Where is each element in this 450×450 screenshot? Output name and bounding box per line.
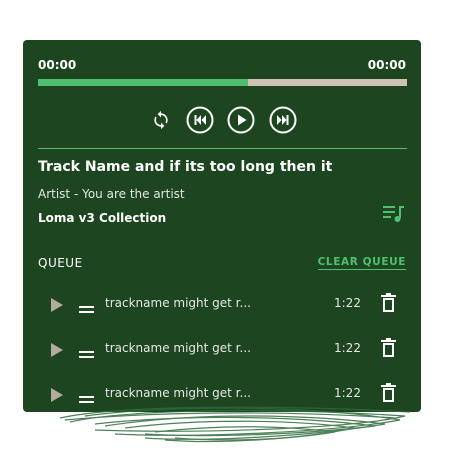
previous-button[interactable]	[186, 106, 214, 134]
queue-delete-button[interactable]	[381, 293, 396, 313]
play-icon	[227, 106, 255, 134]
divider	[38, 148, 407, 149]
drag-handle[interactable]	[79, 300, 94, 313]
track-collection: Loma v3 Collection	[38, 211, 167, 225]
clear-queue-button[interactable]: CLEAR QUEUE	[317, 256, 406, 270]
playback-controls	[23, 106, 421, 134]
playlist-music-icon	[383, 206, 404, 222]
music-player-panel: 00:00 00:00 Track Name and if its too lo…	[23, 40, 421, 412]
track-artist: Artist - You are the artist	[38, 187, 185, 201]
playlist-button[interactable]	[383, 204, 405, 224]
skip-previous-icon	[186, 106, 214, 134]
repeat-button[interactable]	[147, 106, 175, 134]
queue-track-duration: 1:22	[334, 296, 361, 310]
play-icon	[51, 343, 63, 357]
time-total: 00:00	[367, 58, 406, 72]
queue-track-name: trackname might get r...	[105, 341, 251, 355]
drag-handle-icon	[79, 351, 94, 358]
drag-handle[interactable]	[79, 345, 94, 358]
queue-item: trackname might get r... 1:22	[23, 328, 421, 373]
decorative-scribble	[59, 406, 411, 443]
trash-icon	[381, 338, 396, 357]
progress-bar[interactable]	[38, 79, 407, 86]
skip-next-icon	[269, 106, 297, 134]
progress-fill	[38, 79, 249, 86]
play-icon	[51, 298, 63, 312]
play-button[interactable]	[227, 106, 255, 134]
queue-play-button[interactable]	[50, 342, 64, 358]
next-button[interactable]	[269, 106, 297, 134]
queue-track-duration: 1:22	[334, 341, 361, 355]
drag-handle-icon	[79, 306, 94, 313]
queue-heading: QUEUE	[38, 256, 83, 270]
track-title: Track Name and if its too long then it	[38, 159, 333, 175]
time-elapsed: 00:00	[38, 58, 77, 72]
queue-item: trackname might get r... 1:22	[23, 283, 421, 328]
trash-icon	[381, 293, 396, 312]
queue-delete-button[interactable]	[381, 338, 396, 358]
repeat-icon	[154, 110, 168, 130]
queue-track-name: trackname might get r...	[105, 296, 251, 310]
queue-play-button[interactable]	[50, 297, 64, 313]
